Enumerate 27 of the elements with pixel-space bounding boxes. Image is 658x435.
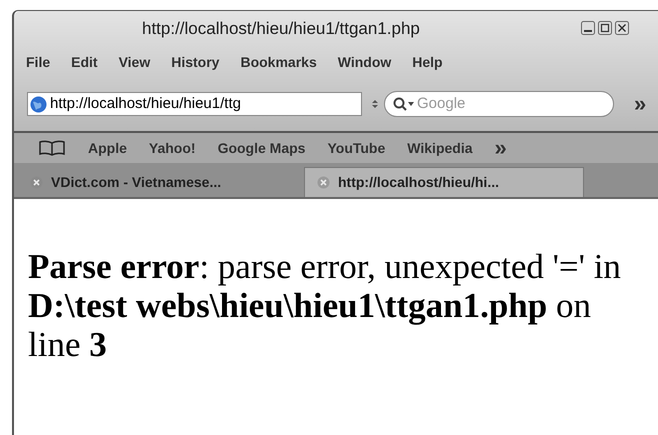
- address-field[interactable]: http://localhost/hieu/hieu1/ttg: [27, 92, 362, 116]
- tab[interactable]: http://localhost/hieu/hi...: [304, 167, 584, 197]
- toolbar-overflow-button[interactable]: »: [634, 93, 646, 115]
- globe-icon: [30, 96, 47, 112]
- menu-item[interactable]: File: [26, 52, 50, 72]
- menu-item[interactable]: History: [171, 52, 220, 72]
- search-field[interactable]: Google: [384, 91, 614, 117]
- bookmark-item[interactable]: Yahoo!: [148, 138, 196, 158]
- bookmark-item[interactable]: Google Maps: [218, 138, 306, 158]
- menu-item[interactable]: Window: [338, 52, 392, 72]
- menu-item[interactable]: Help: [412, 52, 443, 72]
- menu-item[interactable]: Bookmarks: [240, 52, 317, 72]
- menu-item[interactable]: View: [118, 52, 150, 72]
- book-icon[interactable]: [38, 140, 66, 156]
- window-title: http://localhost/hieu/hieu1/ttgan1.php: [142, 18, 420, 40]
- bookmark-item[interactable]: Wikipedia: [407, 138, 473, 158]
- bookmarks-overflow-button[interactable]: »: [494, 137, 507, 159]
- menu-item[interactable]: Edit: [71, 52, 98, 72]
- minimize-icon[interactable]: [581, 21, 595, 35]
- search-input[interactable]: Google: [417, 92, 597, 116]
- dropdown-icon[interactable]: [372, 100, 378, 108]
- error-message: Parse error: parse error, unexpected '=' in D:\test webs\hieu\hieu1\ttgan1.php on line 3: [28, 247, 622, 364]
- search-icon: [393, 97, 415, 111]
- bookmark-item[interactable]: Apple: [88, 138, 127, 158]
- maximize-icon[interactable]: [598, 21, 612, 35]
- close-icon[interactable]: [615, 21, 629, 35]
- bookmark-item[interactable]: YouTube: [327, 138, 386, 158]
